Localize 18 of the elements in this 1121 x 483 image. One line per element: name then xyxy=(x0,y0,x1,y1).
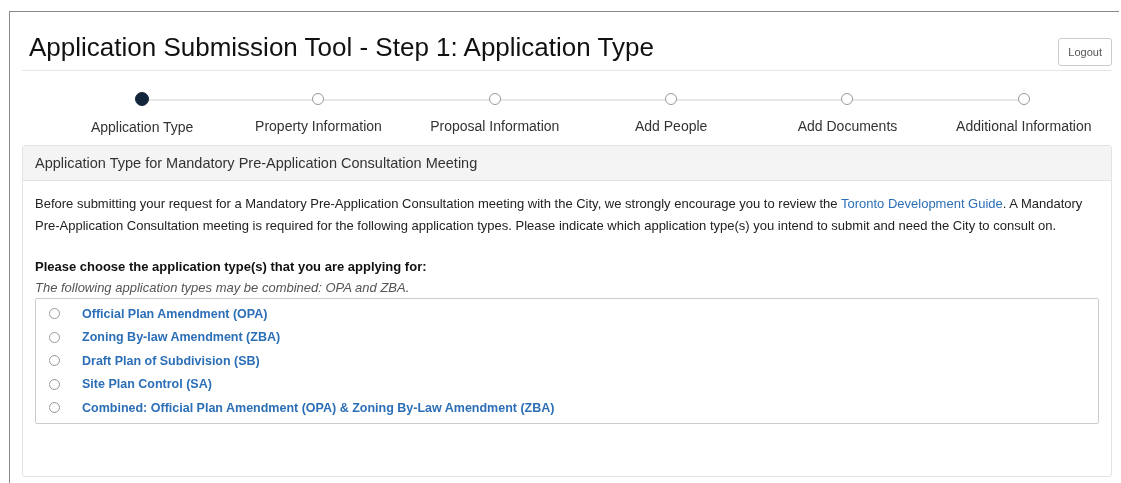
option-label[interactable]: Zoning By-law Amendment (ZBA) xyxy=(82,330,281,345)
development-guide-link[interactable]: Toronto Development Guide xyxy=(840,196,1003,211)
panel-heading: Application Type for Mandatory Pre-Application Consultation Meeting xyxy=(23,146,1111,181)
option-label[interactable]: Site Plan Control (SA) xyxy=(82,377,212,392)
question-label: Please choose the application type(s) that you are applying for: xyxy=(35,259,428,274)
step-label[interactable]: Proposal Information xyxy=(430,118,560,134)
option-label[interactable]: Combined: Official Plan Amendment (OPA) & Zoning By-Law Amendment (ZBA) xyxy=(82,400,555,415)
step-label[interactable]: Property Information xyxy=(255,118,382,134)
page-title: Application Submission Tool - Step 1: Application Type xyxy=(29,31,654,64)
combine-hint: The following application types may be combined: OPA and ZBA. xyxy=(35,280,411,295)
intro-paragraph: Before submitting your request for a Mandatory Pre-Application Consultation meeting with the City, we strongly encourage you to review the Toronto Development Guide. A Mandatory Pre-Application Consultation meeting is required for the following application types. Please indicate which application type(s) you intend to submit and need the City to consult on. xyxy=(35,195,1084,235)
option-label[interactable]: Draft Plan of Subdivision (SB) xyxy=(82,353,260,368)
step-label[interactable]: Additional Information xyxy=(956,118,1092,134)
step-label[interactable]: Add People xyxy=(634,118,708,134)
step-label[interactable]: Add Documents xyxy=(797,118,898,134)
step-label[interactable]: Application Type xyxy=(90,119,194,135)
option-label[interactable]: Official Plan Amendment (OPA) xyxy=(82,306,268,321)
logout-button[interactable]: Logout xyxy=(1058,38,1112,66)
